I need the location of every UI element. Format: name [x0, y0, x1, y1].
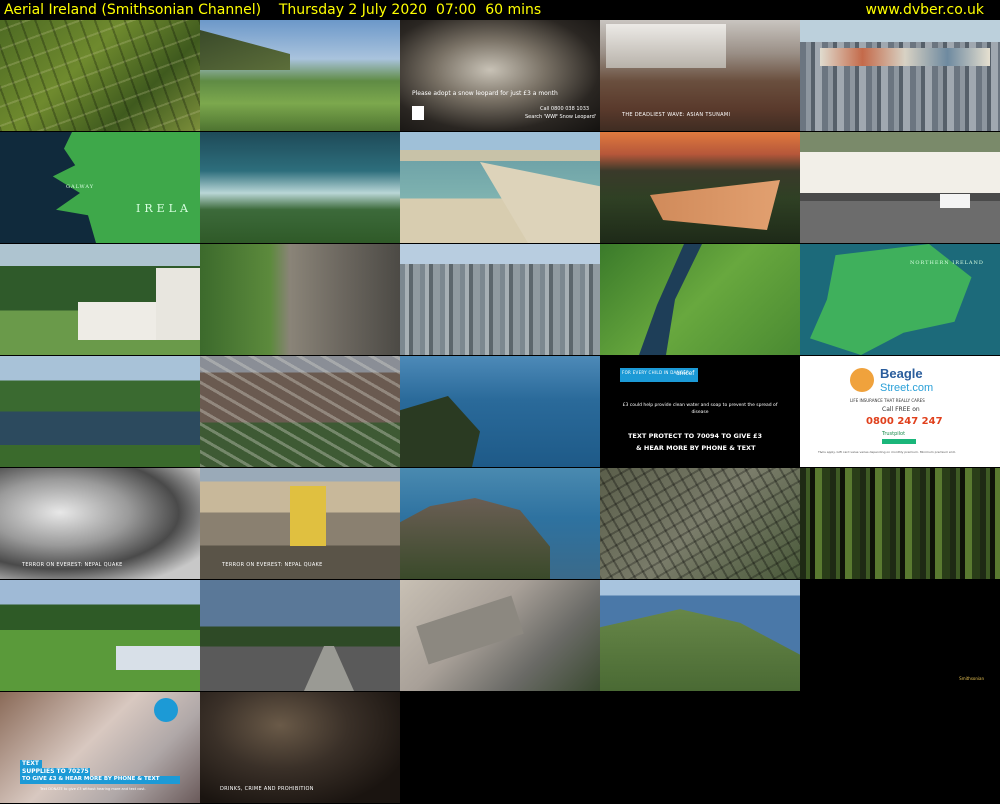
trustpilot-label: Trustpilot [882, 431, 906, 437]
thumbnail-17[interactable] [200, 356, 400, 467]
unicef-logo: unicef [676, 370, 695, 377]
thumbnail-21[interactable]: TERROR ON EVEREST: NEPAL QUAKE [0, 468, 200, 579]
thumbnail-24[interactable] [600, 468, 800, 579]
thumbnail-18[interactable] [400, 356, 600, 467]
thumbnail-25[interactable] [800, 468, 1000, 579]
thumbnail-19[interactable]: FOR EVERY CHILD IN DANGER unicef £3 coul… [600, 356, 800, 467]
beagle-tagline: LIFE INSURANCE THAT REALLY CARES [850, 398, 925, 403]
channel-logo: Smithsonian [959, 676, 984, 681]
thumbnail-6[interactable]: IRELA GALWAY [0, 132, 200, 243]
thumbnail-grid: Please adopt a snow leopard for just £3 … [0, 20, 1000, 804]
beagle-logo-icon [850, 368, 874, 392]
thumbnail-16[interactable] [0, 356, 200, 467]
site-link[interactable]: www.dvber.co.uk [865, 0, 984, 20]
stc-cta-2: SUPPLIES TO 70275 [22, 768, 89, 775]
thumbnail-23[interactable] [400, 468, 600, 579]
thumbnail-11[interactable] [0, 244, 200, 355]
map-label-ireland: IRELA [136, 202, 192, 215]
thumbnail-4[interactable]: THE DEADLIEST WAVE: ASIAN TSUNAMI [600, 20, 800, 131]
thumbnail-31[interactable]: TEXT SUPPLIES TO 70275 TO GIVE £3 & HEAR… [0, 692, 200, 803]
stc-cta-1: TEXT [22, 760, 39, 767]
ad-search: Search 'WWF Snow Leopard' [525, 114, 597, 120]
beagle-fineprint: T&Cs apply. Gift card value varies depen… [818, 450, 956, 454]
thumbnail-27[interactable] [200, 580, 400, 691]
thumbnail-22[interactable]: TERROR ON EVEREST: NEPAL QUAKE [200, 468, 400, 579]
thumbnail-8[interactable] [400, 132, 600, 243]
unicef-cta-2: & HEAR MORE BY PHONE & TEXT [636, 444, 756, 452]
stc-fineprint: Text DONATE to give £3 without hearing m… [40, 787, 146, 791]
unicef-cta-1: TEXT PROTECT TO 70094 TO GIVE £3 [628, 432, 763, 440]
thumbnail-13[interactable] [400, 244, 600, 355]
map-label-northern-ireland: NORTHERN IRELAND [910, 260, 984, 266]
stc-cta-3: TO GIVE £3 & HEAR MORE BY PHONE & TEXT [22, 776, 160, 782]
programme-title: Aerial Ireland (Smithsonian Channel) Thu… [4, 2, 542, 18]
thumbnail-9[interactable] [600, 132, 800, 243]
thumbnail-15[interactable]: NORTHERN IRELAND [800, 244, 1000, 355]
thumbnail-30[interactable]: Smithsonian [800, 580, 1000, 691]
beagle-brand-1: Beagle [880, 366, 923, 381]
ad-phone: Call 0800 038 1033 [540, 106, 590, 112]
beagle-callfree: Call FREE on [882, 406, 920, 413]
thumbnail-2[interactable] [200, 20, 400, 131]
thumbnail-3[interactable]: Please adopt a snow leopard for just £3 … [400, 20, 600, 131]
episode-caption: TERROR ON EVEREST: NEPAL QUAKE [22, 562, 123, 568]
thumbnail-1[interactable] [0, 20, 200, 131]
thumbnail-29[interactable] [600, 580, 800, 691]
trustpilot-stars-icon [882, 439, 916, 444]
thumbnail-10[interactable] [800, 132, 1000, 243]
thumbnail-32[interactable]: DRINKS, CRIME AND PROHIBITION [200, 692, 400, 803]
thumbnail-14[interactable] [600, 244, 800, 355]
episode-caption: TERROR ON EVEREST: NEPAL QUAKE [222, 562, 323, 568]
beagle-phone: 0800 247 247 [866, 416, 943, 427]
unicef-body: £3 could help provide clean water and so… [622, 403, 778, 415]
ad-headline: Please adopt a snow leopard for just £3 … [412, 90, 558, 97]
episode-caption: THE DEADLIEST WAVE: ASIAN TSUNAMI [622, 112, 731, 118]
thumbnail-26[interactable] [0, 580, 200, 691]
thumbnail-12[interactable] [200, 244, 400, 355]
thumbnail-5[interactable] [800, 20, 1000, 131]
thumbnail-28[interactable] [400, 580, 600, 691]
wwf-logo-icon [412, 106, 424, 120]
thumbnail-7[interactable] [200, 132, 400, 243]
episode-caption: DRINKS, CRIME AND PROHIBITION [220, 786, 314, 792]
thumbnail-20[interactable]: Beagle Street.com LIFE INSURANCE THAT RE… [800, 356, 1000, 467]
save-the-children-badge-icon [154, 698, 178, 722]
beagle-brand-2: Street.com [880, 382, 934, 394]
map-label-galway: GALWAY [66, 184, 95, 190]
header-bar: Aerial Ireland (Smithsonian Channel) Thu… [0, 0, 1000, 20]
